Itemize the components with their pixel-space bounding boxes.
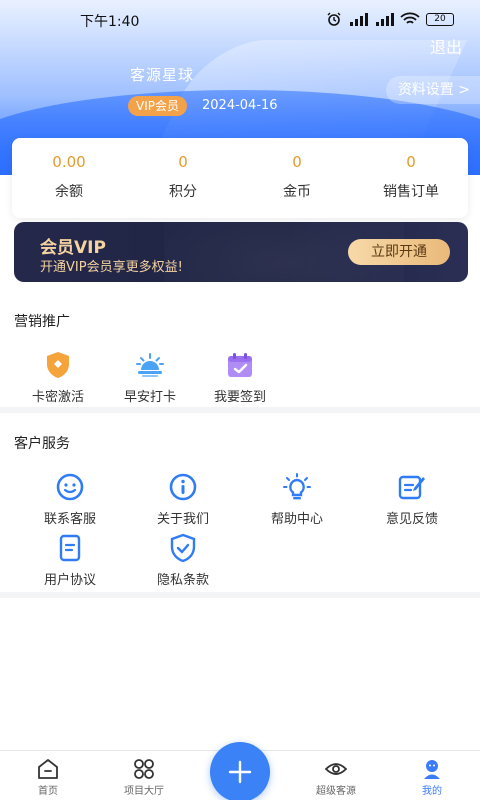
menu-item-privacy-policy[interactable]: 隐私条款 [133, 533, 233, 588]
section-title-service: 客户服务 [14, 436, 70, 452]
grid-icon [134, 759, 154, 779]
eye-icon [324, 763, 348, 775]
vip-badge: VIP会员 [128, 96, 187, 116]
battery-icon: 20 [426, 12, 454, 26]
menu-item-label: 我要签到 [213, 390, 266, 405]
nav-item-label: 首页 [38, 786, 58, 797]
menu-item-label: 关于我们 [156, 512, 209, 527]
activate-vip-button[interactable]: 立即开通 [348, 239, 450, 265]
stat-orders[interactable]: 0 销售订单 [354, 138, 468, 218]
vip-banner[interactable]: 会员VIP 开通VIP会员享更多权益! 立即开通 [14, 222, 468, 282]
stat-label: 积分 [169, 184, 197, 200]
menu-item-label: 用户协议 [43, 573, 96, 588]
calendar-check-icon [228, 353, 252, 377]
stat-points[interactable]: 0 积分 [126, 138, 240, 218]
document-icon [59, 534, 81, 562]
stat-balance[interactable]: 0.00 余额 [12, 138, 126, 218]
stat-value: 0 [292, 153, 302, 171]
nav-item-label: 项目大厅 [124, 786, 164, 797]
signal-icon [376, 12, 394, 26]
alarm-icon [327, 12, 341, 26]
lightbulb-icon [283, 473, 311, 500]
home-icon [38, 759, 58, 779]
status-bar: 下午1:40 20 [0, 0, 480, 40]
vip-banner-subtitle: 开通VIP会员享更多权益! [40, 260, 183, 275]
menu-item-label: 早安打卡 [123, 390, 176, 405]
stat-value: 0 [406, 153, 416, 171]
info-icon [169, 473, 197, 501]
logout-button[interactable]: 退出 [430, 34, 462, 58]
menu-item-user-agreement[interactable]: 用户协议 [20, 533, 120, 588]
stat-label: 金币 [283, 184, 311, 200]
nav-item-label: 我的 [422, 786, 442, 797]
username: 客源星球 [130, 66, 195, 84]
nav-item-mine[interactable]: 我的 [392, 757, 472, 797]
user-icon [424, 760, 440, 779]
shield-icon [47, 352, 69, 378]
menu-item-about-us[interactable]: 关于我们 [133, 472, 233, 527]
plus-icon [228, 760, 252, 784]
menu-item-label: 隐私条款 [156, 573, 209, 588]
add-button[interactable] [210, 742, 270, 800]
vip-expiry-date: 2024-04-16 [202, 98, 278, 113]
stats-card: 0.00 余额 0 积分 0 金币 0 销售订单 [12, 138, 468, 218]
section-divider [0, 407, 480, 413]
stat-label: 销售订单 [383, 184, 439, 200]
menu-item-card-activation[interactable]: 卡密激活 [8, 350, 108, 405]
section-divider [0, 592, 480, 598]
stat-value: 0 [178, 153, 188, 171]
menu-item-contact-support[interactable]: 联系客服 [20, 472, 120, 527]
nav-item-label: 超级客源 [316, 786, 356, 797]
section-title-marketing: 营销推广 [14, 314, 70, 330]
menu-item-feedback[interactable]: 意见反馈 [362, 472, 462, 527]
menu-item-help-center[interactable]: 帮助中心 [247, 472, 347, 527]
nav-item-home[interactable]: 首页 [8, 757, 88, 797]
smile-icon [56, 473, 84, 501]
privacy-shield-icon [170, 533, 196, 563]
menu-item-label: 意见反馈 [385, 512, 438, 527]
status-time: 下午1:40 [80, 14, 140, 30]
feedback-icon [398, 475, 425, 500]
menu-item-label: 帮助中心 [270, 512, 323, 527]
stat-value: 0.00 [52, 153, 86, 171]
nav-item-super-leads[interactable]: 超级客源 [296, 757, 376, 797]
nav-item-project-hall[interactable]: 项目大厅 [104, 757, 184, 797]
wifi-icon [400, 12, 420, 24]
sunrise-icon [136, 353, 164, 377]
menu-item-sign-in[interactable]: 我要签到 [190, 350, 290, 405]
signal-icon [350, 12, 368, 26]
stat-label: 余额 [55, 184, 83, 200]
vip-banner-title: 会员VIP [40, 238, 106, 258]
menu-item-label: 卡密激活 [31, 390, 84, 405]
status-icons: 20 [326, 12, 454, 26]
stat-coins[interactable]: 0 金币 [240, 138, 354, 218]
menu-item-label: 联系客服 [43, 512, 96, 527]
profile-settings-button[interactable]: 资料设置 > [385, 76, 480, 104]
menu-item-morning-checkin[interactable]: 早安打卡 [100, 350, 200, 405]
